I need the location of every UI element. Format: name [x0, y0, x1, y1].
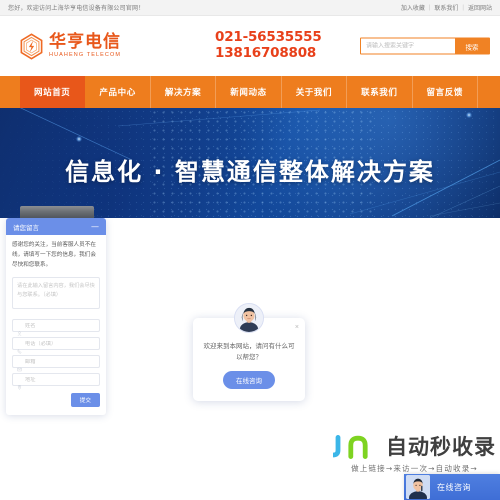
logo-name-cn: 华亨电信: [49, 31, 121, 52]
top-links: 加入收藏 | 联系我们 | 返回网站: [401, 3, 492, 13]
leave-message-body: 感谢您的关注，当前客服人员不在线，请填写一下您的信息，我们会尽快和您联系。 请在…: [6, 235, 106, 415]
logo-hexagon-icon: [18, 32, 45, 60]
mail-icon: [17, 359, 22, 372]
consult-agent-avatar: [406, 475, 430, 499]
nav-item-products[interactable]: 产品中心: [85, 76, 151, 108]
phone-icon: [17, 341, 22, 354]
phone-field-row[interactable]: [12, 337, 100, 354]
floating-consult-widget[interactable]: 在线咨询: [404, 474, 500, 500]
nav-item-contact[interactable]: 联系我们: [347, 76, 413, 108]
logo-text-block: 华亨电信 HUAHENG TELECOM: [49, 31, 122, 59]
chat-greeting-card: × 欢迎来到本网站，请问有什么可以帮您？ 在线咨询: [193, 303, 305, 402]
address-input[interactable]: [25, 376, 97, 383]
page-content: × 欢迎来到本网站，请问有什么可以帮您？ 在线咨询 请您留言 — 感谢您的关注，…: [0, 218, 500, 500]
top-link-contact[interactable]: 联系我们: [434, 3, 458, 12]
top-link-separator-2: |: [462, 4, 464, 11]
submit-button[interactable]: 提交: [70, 393, 100, 408]
watermark-brand-row: 自动秒收录: [333, 435, 496, 459]
jn-logo-icon: [333, 435, 383, 459]
nav-right-spacer: [478, 76, 500, 108]
name-input[interactable]: [25, 322, 97, 329]
site-logo[interactable]: 华亨电信 HUAHENG TELECOM: [18, 31, 122, 60]
leave-message-intro: 感谢您的关注，当前客服人员不在线，请填写一下您的信息，我们会尽快和您联系。: [12, 242, 96, 268]
phone-secondary: 13816708808: [215, 45, 317, 61]
top-link-separator-1: |: [428, 4, 431, 11]
leave-message-panel: 请您留言 — 感谢您的关注，当前客服人员不在线，请填写一下您的信息，我们会尽快和…: [6, 218, 106, 416]
nav-item-about[interactable]: 关于我们: [282, 76, 348, 108]
top-link-favorite[interactable]: 加入收藏: [401, 3, 425, 12]
top-utility-bar: 您好，欢迎访问上海华亨电信设备有限公司官网！ 加入收藏 | 联系我们 | 返回网…: [0, 0, 500, 16]
hero-banner[interactable]: 信息化 · 智慧通信整体解决方案: [0, 108, 500, 218]
leave-message-title: 请您留言: [13, 223, 39, 232]
consult-widget-label: 在线咨询: [437, 482, 471, 492]
location-icon: [17, 377, 22, 391]
banner-glow-right: [466, 112, 472, 118]
chat-greeting-dialog: × 欢迎来到本网站，请问有什么可以帮您？ 在线咨询: [193, 303, 305, 402]
watermark-tagline: 做上链接→来访一次→自动收录→: [351, 464, 478, 473]
main-navigation: 网站首页 产品中心 解决方案 新闻动态 关于我们 联系我们 留言反馈: [0, 76, 500, 108]
email-input[interactable]: [25, 358, 97, 365]
search-button[interactable]: 搜索: [455, 38, 489, 54]
header-phone-numbers: 021-56535555 13816708808: [215, 29, 322, 62]
top-link-back[interactable]: 返回网站: [468, 3, 492, 12]
logo-name-en: HUAHENG TELECOM: [49, 51, 122, 58]
banner-device-graphic: [20, 206, 94, 218]
user-icon: [17, 323, 22, 337]
leave-message-actions: 提交: [12, 393, 100, 408]
agent-avatar: [234, 303, 264, 333]
nav-item-news[interactable]: 新闻动态: [216, 76, 282, 108]
page-root: 您好，欢迎访问上海华亨电信设备有限公司官网！ 加入收藏 | 联系我们 | 返回网…: [0, 0, 500, 500]
leave-message-header: 请您留言 —: [6, 218, 106, 235]
welcome-text: 您好，欢迎访问上海华亨电信设备有限公司官网！: [8, 6, 145, 12]
nav-item-home[interactable]: 网站首页: [20, 76, 86, 108]
watermark-brand: 自动秒收录: [386, 434, 496, 459]
message-content-textarea[interactable]: [12, 277, 100, 310]
site-header: 华亨电信 HUAHENG TELECOM 021-56535555 138167…: [0, 16, 500, 76]
banner-headline: 信息化 · 智慧通信整体解决方案: [65, 158, 435, 186]
nav-left-spacer: [0, 76, 20, 108]
banner-glow-left: [76, 136, 82, 142]
greeting-message: 欢迎来到本网站，请问有什么可以帮您？: [203, 342, 295, 361]
watermark-overlay: 自动秒收录 做上链接→来访一次→自动收录→: [333, 435, 496, 474]
email-field-row[interactable]: [12, 355, 100, 372]
phone-input[interactable]: [25, 340, 97, 347]
name-field-row[interactable]: [12, 319, 100, 337]
address-field-row[interactable]: [12, 373, 100, 391]
phone-primary: 021-56535555: [215, 29, 322, 46]
site-search: 搜索: [360, 37, 490, 55]
close-icon[interactable]: ×: [295, 324, 299, 331]
minimize-icon[interactable]: —: [91, 222, 99, 231]
nav-item-solutions[interactable]: 解决方案: [151, 76, 217, 108]
greeting-consult-button[interactable]: 在线咨询: [223, 371, 275, 390]
search-input[interactable]: [361, 38, 455, 54]
nav-item-feedback[interactable]: 留言反馈: [413, 76, 478, 108]
